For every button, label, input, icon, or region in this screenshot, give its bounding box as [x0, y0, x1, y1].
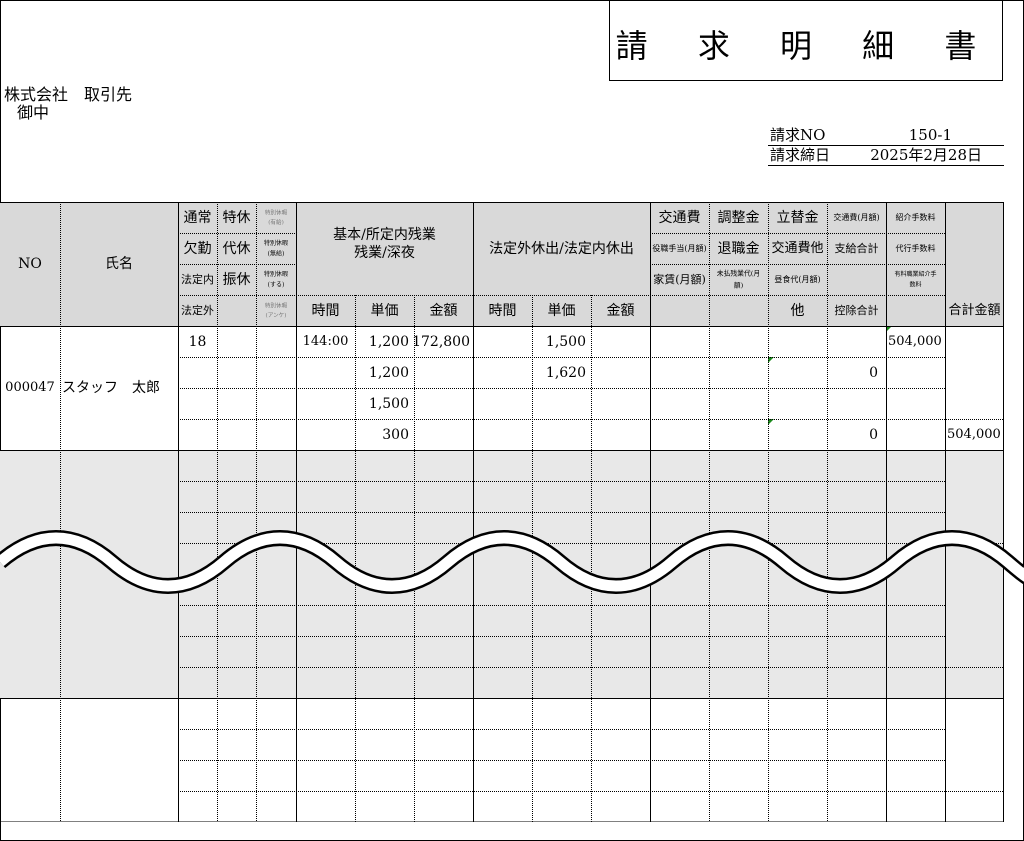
client-block: 株式会社 取引先 御中 — [4, 86, 132, 122]
wave-break — [0, 530, 1024, 594]
invoice-date-label: 請求締日 — [770, 146, 831, 164]
client-company: 株式会社 取引先 — [4, 85, 133, 104]
client-honorific: 御中 — [17, 103, 50, 122]
invoice-no-row: 請求NO 150-1 — [768, 126, 1004, 146]
document-title: 請 求 明 細 書 — [615, 27, 997, 65]
invoice-no-value: 150-1 — [908, 126, 952, 144]
table-grid — [0, 202, 1004, 822]
detail-table: NO 氏名 通常 欠勤 法定内 法定外 特休 代休 振休 特別休暇(有給) 特別… — [0, 202, 1004, 822]
invoice-date-value: 2025年2月28日 — [870, 146, 982, 164]
invoice-date-row: 請求締日 2025年2月28日 — [768, 146, 1004, 166]
invoice-no-label: 請求NO — [770, 126, 826, 144]
title-box: 請 求 明 細 書 — [609, 0, 1003, 81]
